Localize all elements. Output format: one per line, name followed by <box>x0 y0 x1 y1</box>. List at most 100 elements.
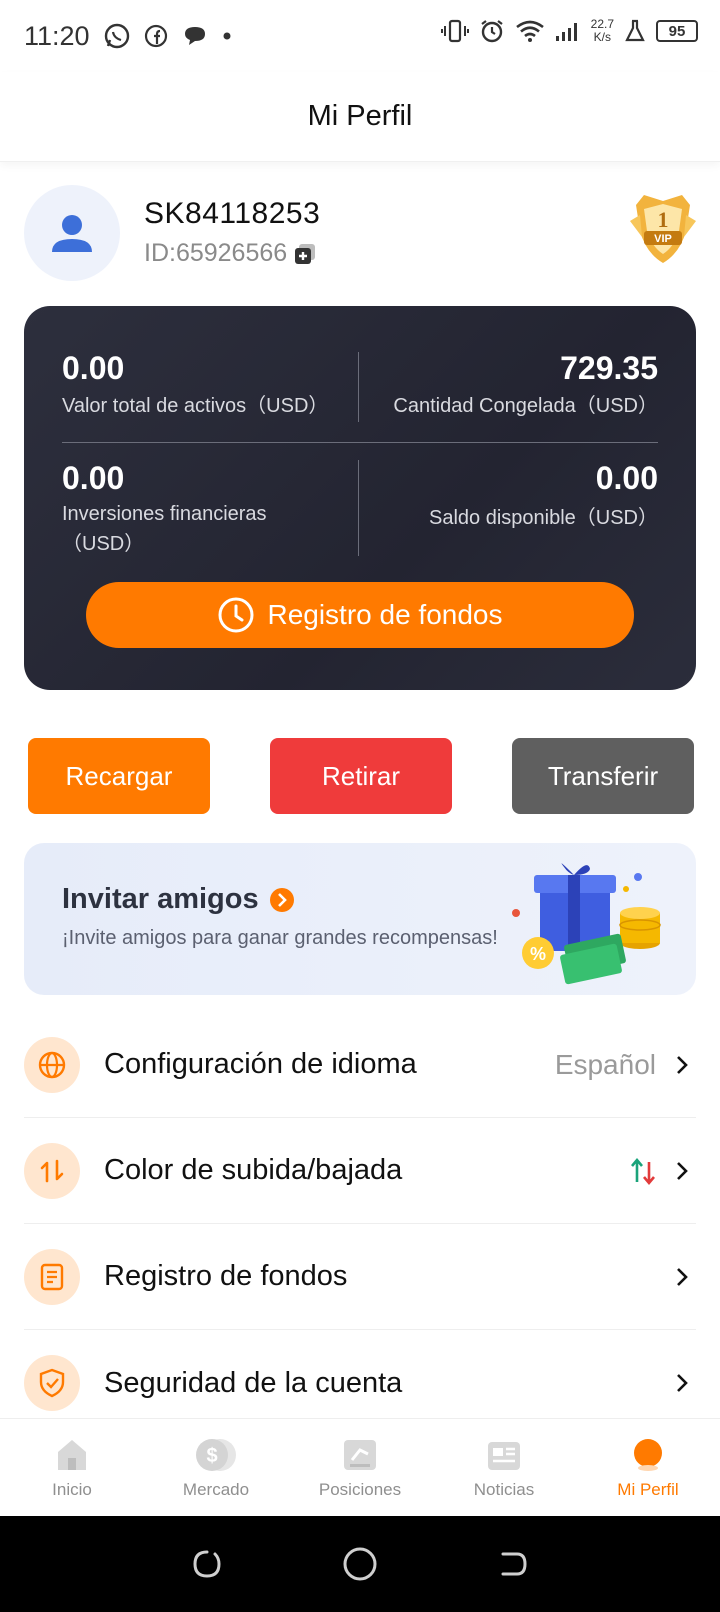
positions-icon <box>344 1439 376 1470</box>
transfer-button[interactable]: Transferir <box>512 738 694 814</box>
setting-funds-record[interactable]: Registro de fondos <box>24 1224 696 1330</box>
divider <box>62 442 658 443</box>
coins-icon: $ <box>196 1438 236 1471</box>
action-buttons: Recargar Retirar Transferir <box>28 738 694 814</box>
nav-market[interactable]: $ Mercado <box>144 1419 288 1516</box>
user-id-row: ID:65926566 <box>144 239 317 268</box>
divider <box>358 460 359 556</box>
chevron-right-icon <box>677 1267 688 1286</box>
home-circle-icon <box>343 1547 377 1581</box>
back-icon <box>501 1552 527 1576</box>
dot-icon <box>223 32 231 40</box>
invite-title-row: Invitar amigos <box>62 883 295 916</box>
avatar[interactable] <box>24 185 120 281</box>
vip-badge-icon: 1 VIP <box>630 195 696 263</box>
chevron-right-icon <box>677 1055 688 1074</box>
nav-home[interactable]: Inicio <box>0 1419 144 1516</box>
recent-apps-icon <box>193 1550 221 1578</box>
arrow-right-circle-icon <box>269 887 294 912</box>
status-bar: 11:20 22.7 K/s 95 <box>0 0 720 72</box>
vip-level: 1 <box>658 207 669 232</box>
nav-positions[interactable]: Posiciones <box>288 1419 432 1516</box>
invite-title: Invitar amigos <box>62 883 259 915</box>
frozen-amount-label: Cantidad Congelada（USD） <box>393 395 658 417</box>
setting-language[interactable]: Configuración de idioma Español <box>24 1012 696 1118</box>
network-speed: 22.7 K/s <box>591 18 614 44</box>
profile-section: SK84118253 ID:65926566 1 VIP <box>24 185 696 281</box>
funds-record-button[interactable]: Registro de fondos <box>86 582 634 648</box>
wifi-icon <box>515 20 544 42</box>
setting-rise-fall-color[interactable]: Color de subida/bajada <box>24 1118 696 1224</box>
nav-positions-label: Posiciones <box>318 1479 402 1499</box>
user-icon <box>52 215 92 252</box>
battery-indicator: 95 <box>656 20 698 42</box>
alarm-icon <box>480 20 503 43</box>
financial-investments-label: Inversiones financieras（USD） <box>62 503 267 555</box>
home-icon <box>58 1439 86 1470</box>
nav-news-label: Noticias <box>473 1479 535 1499</box>
nav-profile-label: Mi Perfil <box>617 1479 679 1499</box>
nav-market-label: Mercado <box>182 1479 250 1499</box>
recharge-button[interactable]: Recargar <box>28 738 210 814</box>
chevron-right-icon <box>677 1374 688 1392</box>
system-navigation-bar <box>0 1516 720 1612</box>
status-time: 11:20 <box>24 20 90 51</box>
invite-friends-banner[interactable]: Invitar amigos ¡Invite amigos para ganar… <box>24 843 696 995</box>
vibrate-icon <box>440 19 469 43</box>
notification-icons <box>104 23 232 49</box>
available-balance-label: Saldo disponible（USD） <box>428 507 658 529</box>
setting-language-label: Configuración de idioma <box>104 1048 417 1080</box>
financial-investments: 0.00 Inversiones financieras（USD） <box>62 460 302 559</box>
setting-funds-record-label: Registro de fondos <box>104 1260 348 1292</box>
setting-language-value: Español <box>554 1048 656 1080</box>
user-id: ID:65926566 <box>144 239 288 267</box>
shield-check-icon <box>24 1355 80 1411</box>
available-balance-value: 0.00 <box>595 460 658 496</box>
nav-profile[interactable]: Mi Perfil <box>576 1419 720 1516</box>
gift-illustration-icon: % <box>512 863 661 985</box>
net-speed-unit: K/s <box>593 30 611 44</box>
profile-active-icon <box>634 1438 662 1471</box>
recent-apps-button[interactable] <box>187 1544 227 1584</box>
whatsapp-icon <box>104 23 129 49</box>
copy-icon[interactable] <box>293 242 317 266</box>
withdraw-button[interactable]: Retirar <box>270 738 452 814</box>
invite-subtitle: ¡Invite amigos para ganar grandes recomp… <box>62 927 498 949</box>
funds-record-button-label: Registro de fondos <box>267 599 503 630</box>
total-assets: 0.00 Valor total de activos（USD） <box>62 350 328 421</box>
swap-arrows-icon <box>24 1142 80 1199</box>
frozen-amount-value: 729.35 <box>560 350 658 386</box>
svg-text:$: $ <box>206 1445 217 1467</box>
setting-account-security-label: Seguridad de la cuenta <box>104 1366 403 1399</box>
page-header: Mi Perfil <box>0 72 720 162</box>
back-button[interactable] <box>493 1544 533 1584</box>
username: SK84118253 <box>144 197 321 230</box>
svg-text:%: % <box>530 944 546 964</box>
vip-text: VIP <box>654 233 672 245</box>
clock-icon <box>218 597 254 633</box>
signal-icon <box>555 23 577 41</box>
financial-investments-value: 0.00 <box>62 460 125 496</box>
frozen-amount: 729.35 Cantidad Congelada（USD） <box>393 350 658 421</box>
bottom-navigation: Inicio $ Mercado Posiciones Noticias Mi … <box>0 1418 720 1516</box>
nav-home-label: Inicio <box>52 1479 92 1499</box>
document-icon <box>24 1248 80 1305</box>
home-button[interactable] <box>340 1544 380 1584</box>
page-title: Mi Perfil <box>307 100 413 132</box>
available-balance: 0.00 Saldo disponible（USD） <box>429 460 658 533</box>
chevron-right-icon <box>677 1161 688 1180</box>
facebook-icon <box>144 24 167 48</box>
nav-news[interactable]: Noticias <box>432 1419 576 1516</box>
settings-list: Configuración de idioma Español Color de… <box>24 1012 696 1436</box>
total-assets-label: Valor total de activos（USD） <box>62 395 329 417</box>
up-down-arrows-icon <box>631 1157 655 1185</box>
total-assets-value: 0.00 <box>62 350 125 386</box>
chat-icon <box>184 27 205 45</box>
divider <box>358 352 359 422</box>
setting-rise-fall-color-label: Color de subida/bajada <box>104 1154 403 1186</box>
flask-icon <box>625 19 645 42</box>
status-right: 22.7 K/s 95 <box>440 18 698 44</box>
asset-card: 0.00 Valor total de activos（USD） 729.35 … <box>24 306 696 690</box>
globe-icon <box>24 1036 80 1093</box>
news-icon <box>488 1441 520 1470</box>
